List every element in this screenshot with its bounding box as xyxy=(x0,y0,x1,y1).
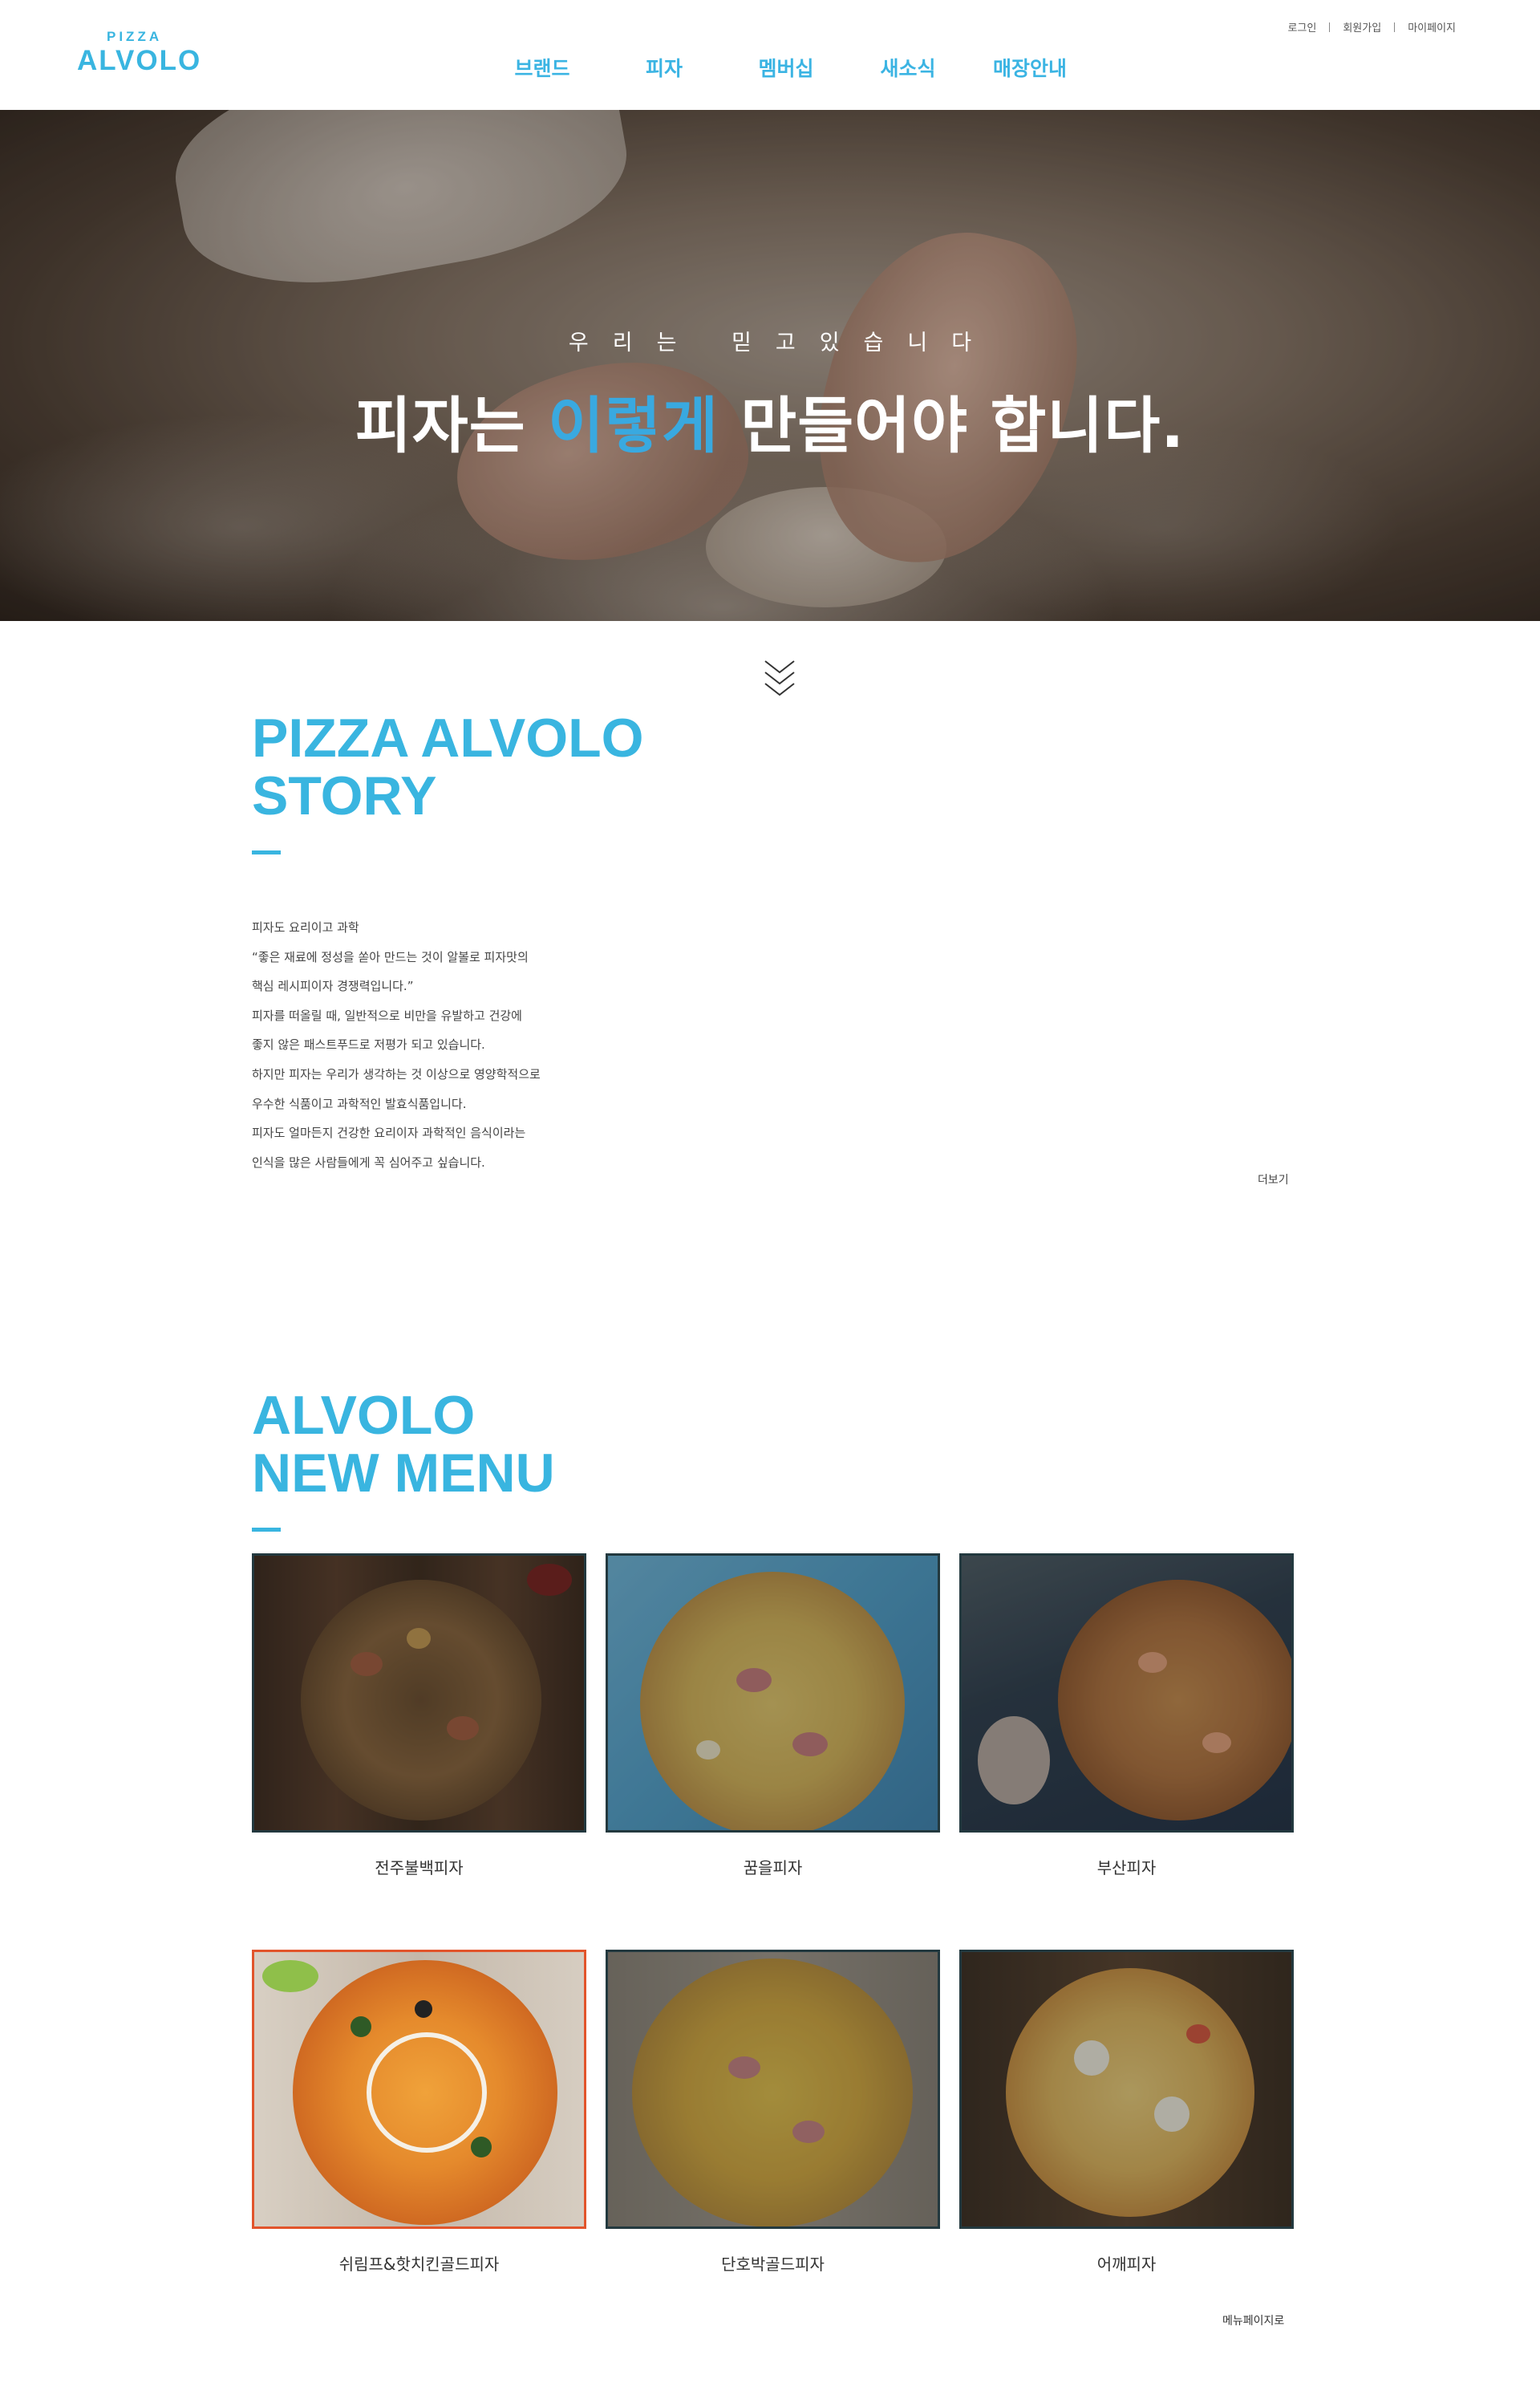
hero-subtitle: 우리는 믿고있습니다 xyxy=(568,331,996,355)
story-line: “좋은 재료에 정성을 쏟아 만드는 것이 알볼로 피자맛의 xyxy=(252,949,529,964)
story-line: 피자도 요리이고 과학 xyxy=(252,920,359,935)
topping xyxy=(415,2000,432,2018)
menu-card[interactable]: 부산피자 xyxy=(959,1553,1294,1878)
story-body: 피자도 요리이고 과학 “좋은 재료에 정성을 쏟아 만드는 것이 알볼로 피자… xyxy=(252,913,733,1177)
story-line: 피자를 떠올릴 때, 일반적으로 비만을 유발하고 건강에 xyxy=(252,1008,522,1023)
main-nav: 브랜드 피자 멤버십 새소식 매장안내 xyxy=(481,53,1091,82)
menu-card-name: 단호박골드피자 xyxy=(721,2255,825,2274)
story-line: 하지만 피자는 우리가 생각하는 것 이상으로 영양학적으로 xyxy=(252,1066,541,1082)
new-menu-heading-line2: NEW MENU xyxy=(252,1443,555,1504)
card-dim-overlay xyxy=(962,1556,1291,1830)
login-link[interactable]: 로그인 xyxy=(1287,19,1316,35)
new-menu-heading-line1: ALVOLO xyxy=(252,1385,476,1446)
topping xyxy=(351,2016,371,2037)
menu-card-image xyxy=(606,1553,940,1833)
nav-item-pizza[interactable]: 피자 xyxy=(603,53,725,82)
story-heading-line1: PIZZA ALVOLO xyxy=(252,708,644,769)
triple-chevron-down-icon[interactable] xyxy=(762,658,797,700)
hero-banner: 우리는 믿고있습니다 피자는 이렇게 만들어야 합니다. xyxy=(0,110,1540,621)
hero-title-after: 만들어야 합니다. xyxy=(718,390,1185,461)
mypage-link[interactable]: 마이페이지 xyxy=(1408,19,1456,35)
menu-card-image xyxy=(252,1950,586,2229)
sauce-swirl xyxy=(367,2032,487,2153)
menu-card-image xyxy=(959,1553,1294,1833)
new-menu-title-underline xyxy=(252,1528,281,1532)
menu-card[interactable]: 어깨피자 xyxy=(959,1950,1294,2275)
card-dim-overlay xyxy=(608,1556,938,1830)
story-more-link[interactable]: 더보기 xyxy=(1258,1171,1289,1187)
nav-item-news[interactable]: 새소식 xyxy=(847,53,969,82)
nav-item-membership[interactable]: 멤버십 xyxy=(725,53,847,82)
menu-card-name: 어깨피자 xyxy=(1096,2255,1157,2274)
logo-top-text: PIZZA xyxy=(107,29,163,44)
menu-card-selected[interactable]: 쉬림프&핫치킨골드피자 xyxy=(252,1950,586,2275)
util-divider xyxy=(1329,22,1331,32)
logo-main-text: ALVOLO xyxy=(77,45,202,76)
new-menu-heading: ALVOLO NEW MENU xyxy=(252,1386,555,1502)
hero-title-highlight: 이렇게 xyxy=(548,390,719,461)
story-line: 피자도 얼마든지 건강한 요리이자 과학적인 음식이라는 xyxy=(252,1126,526,1141)
utility-links: 로그인 회원가입 마이페이지 xyxy=(1287,19,1456,35)
signup-link[interactable]: 회원가입 xyxy=(1343,19,1381,35)
menu-page-link[interactable]: 메뉴페이지로 xyxy=(1222,2312,1284,2328)
lime xyxy=(262,1960,318,1992)
menu-card-image xyxy=(252,1553,586,1833)
card-dim-overlay xyxy=(254,1556,584,1830)
menu-card[interactable]: 전주불백피자 xyxy=(252,1553,586,1878)
topping xyxy=(471,2137,492,2157)
menu-card[interactable]: 단호박골드피자 xyxy=(606,1950,940,2275)
hero-overlay xyxy=(0,110,1540,621)
nav-item-stores[interactable]: 매장안내 xyxy=(969,53,1091,82)
story-heading-line2: STORY xyxy=(252,765,437,826)
util-divider xyxy=(1394,22,1396,32)
menu-card-name: 꿈을피자 xyxy=(743,1858,803,1877)
story-line: 인식을 많은 사람들에게 꼭 심어주고 싶습니다. xyxy=(252,1155,485,1170)
story-line: 우수한 식품이고 과학적인 발효식품입니다. xyxy=(252,1096,467,1111)
menu-card-image xyxy=(959,1950,1294,2229)
menu-card-image xyxy=(606,1950,940,2229)
hero-title: 피자는 이렇게 만들어야 합니다. xyxy=(0,376,1540,465)
hero-title-before: 피자는 xyxy=(355,390,549,461)
menu-card-name: 전주불백피자 xyxy=(375,1858,464,1877)
card-dim-overlay xyxy=(962,1952,1291,2226)
story-line: 핵심 레시피이자 경쟁력입니다.” xyxy=(252,979,414,994)
menu-card-name: 쉬림프&핫치킨골드피자 xyxy=(338,2255,500,2274)
brand-logo[interactable]: PIZZA ALVOLO xyxy=(77,29,205,77)
nav-item-brand[interactable]: 브랜드 xyxy=(481,53,603,82)
menu-card[interactable]: 꿈을피자 xyxy=(606,1553,940,1878)
menu-card-name: 부산피자 xyxy=(1096,1858,1157,1877)
story-title-underline xyxy=(252,850,281,854)
card-dim-overlay xyxy=(608,1952,938,2226)
story-heading: PIZZA ALVOLO STORY xyxy=(252,709,644,825)
story-line: 좋지 않은 패스트푸드로 저평가 되고 있습니다. xyxy=(252,1037,485,1053)
site-header: PIZZA ALVOLO 브랜드 피자 멤버십 새소식 매장안내 로그인 회원가… xyxy=(0,0,1540,110)
